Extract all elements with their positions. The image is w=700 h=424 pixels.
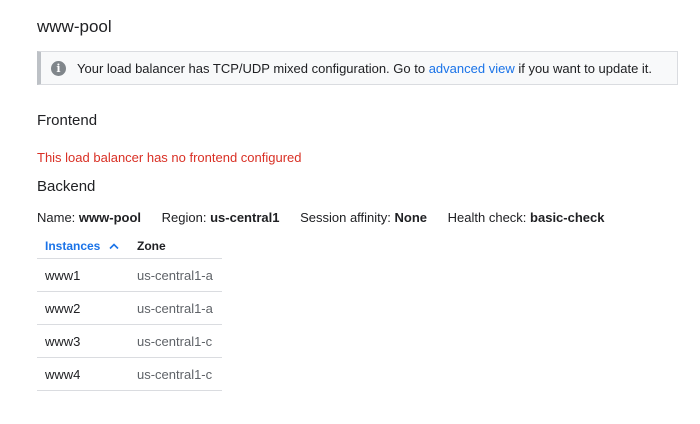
backend-region-value: us-central1 xyxy=(210,210,280,225)
frontend-error: This load balancer has no frontend confi… xyxy=(37,150,302,165)
backend-region-label: Region: xyxy=(161,210,207,225)
table-row: www3 us-central1-c xyxy=(37,324,222,358)
backend-health-label: Health check: xyxy=(447,210,527,225)
banner-text-after: if you want to update it. xyxy=(518,60,653,76)
page-title: www-pool xyxy=(37,17,112,36)
frontend-title: Frontend xyxy=(37,112,98,129)
backend-health: Health check: basic-check xyxy=(448,210,605,225)
info-icon: i xyxy=(51,60,66,76)
zone-cell: us-central1-a xyxy=(137,258,222,292)
backend-name-label: Name: xyxy=(37,210,76,225)
advanced-view-link[interactable]: advanced view xyxy=(429,61,515,76)
zone-cell: us-central1-c xyxy=(137,324,222,358)
instance-cell: www3 xyxy=(37,324,137,358)
table-row: www2 us-central1-a xyxy=(37,291,222,325)
banner-text-before: Your load balancer has TCP/UDP mixed con… xyxy=(77,60,426,76)
backend-name-value: www-pool xyxy=(78,210,142,225)
backend-affinity-value: None xyxy=(394,210,428,225)
zone-cell: us-central1-c xyxy=(137,357,222,391)
backend-region: Region: us-central1 xyxy=(162,210,283,225)
instance-cell: www4 xyxy=(37,357,137,391)
zone-column-header[interactable]: Zone xyxy=(137,233,222,259)
chevron-up-icon xyxy=(109,243,119,250)
backend-affinity-label: Session affinity: xyxy=(300,210,391,225)
zone-cell: us-central1-a xyxy=(137,291,222,325)
banner-text: Your load balancer has TCP/UDP mixed con… xyxy=(77,61,652,76)
table-row: www4 us-central1-c xyxy=(37,357,222,391)
instances-table: Instances Zone www1 us-central1-a www2 u… xyxy=(37,233,222,391)
instances-column-label: Instances xyxy=(45,238,101,253)
backend-title: Backend xyxy=(37,178,96,195)
table-header-row: Instances Zone xyxy=(37,233,222,259)
table-row: www1 us-central1-a xyxy=(37,258,222,292)
instance-cell: www1 xyxy=(37,258,137,292)
backend-name: Name: www-pool xyxy=(37,210,145,225)
backend-meta: Name: www-pool Region: us-central1 Sessi… xyxy=(37,210,621,225)
instances-column-header[interactable]: Instances xyxy=(37,233,137,259)
info-banner: i Your load balancer has TCP/UDP mixed c… xyxy=(37,51,678,85)
zone-column-label: Zone xyxy=(137,238,166,253)
backend-affinity: Session affinity: None xyxy=(300,210,431,225)
backend-health-value: basic-check xyxy=(530,210,605,225)
instance-cell: www2 xyxy=(37,291,137,325)
